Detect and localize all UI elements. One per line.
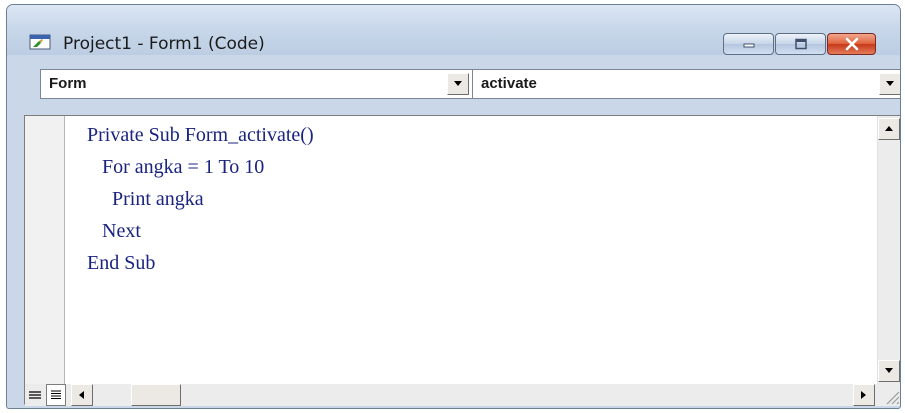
maximize-button[interactable]	[775, 33, 826, 55]
scroll-down-button[interactable]	[878, 360, 900, 382]
object-dropdown-arrow[interactable]	[447, 73, 469, 95]
code-window: Project1 - Form1 (Code) Form activate Pr…	[6, 4, 901, 409]
code-line-1[interactable]: Private Sub Form_activate()	[87, 119, 314, 151]
scroll-right-button[interactable]	[853, 384, 875, 406]
chevron-right-icon	[861, 391, 866, 399]
resize-grip-icon[interactable]	[877, 384, 901, 406]
minimize-icon	[743, 43, 754, 48]
chevron-left-icon	[79, 391, 84, 399]
maximize-icon	[794, 38, 807, 50]
horizontal-scrollbar-area	[25, 384, 901, 406]
object-dropdown[interactable]: Form	[40, 69, 473, 99]
chevron-down-icon	[454, 81, 462, 86]
code-text[interactable]: Private Sub Form_activate() For angka = …	[87, 119, 314, 279]
procedure-view-icon	[29, 391, 41, 399]
scroll-up-button[interactable]	[878, 118, 900, 140]
object-dropdown-value: Form	[49, 75, 87, 92]
code-line-5[interactable]: End Sub	[87, 247, 314, 279]
scroll-left-button[interactable]	[71, 384, 93, 406]
close-icon	[845, 37, 858, 51]
code-line-2[interactable]: For angka = 1 To 10	[87, 151, 314, 183]
procedure-dropdown-arrow[interactable]	[879, 73, 900, 95]
vb-form-icon	[29, 34, 51, 50]
vertical-scrollbar[interactable]	[877, 116, 900, 384]
horizontal-scroll-thumb[interactable]	[131, 384, 181, 406]
minimize-button[interactable]	[723, 33, 774, 55]
code-line-4[interactable]: Next	[87, 215, 314, 247]
title-bar[interactable]: Project1 - Form1 (Code)	[7, 5, 900, 55]
chevron-up-icon	[885, 126, 893, 131]
close-button[interactable]	[827, 33, 876, 55]
code-line-3[interactable]: Print angka	[87, 183, 314, 215]
full-module-view-icon	[51, 390, 61, 399]
full-module-view-button[interactable]	[46, 384, 66, 406]
procedure-view-button[interactable]	[25, 384, 45, 406]
procedure-dropdown-value: activate	[481, 75, 537, 92]
chevron-down-icon	[886, 81, 894, 86]
chevron-down-icon	[885, 368, 893, 373]
window-title: Project1 - Form1 (Code)	[63, 34, 265, 54]
procedure-dropdown[interactable]: activate	[472, 69, 900, 99]
margin-indicator-bar[interactable]	[25, 116, 65, 384]
code-editor[interactable]: Private Sub Form_activate() For angka = …	[24, 115, 901, 406]
